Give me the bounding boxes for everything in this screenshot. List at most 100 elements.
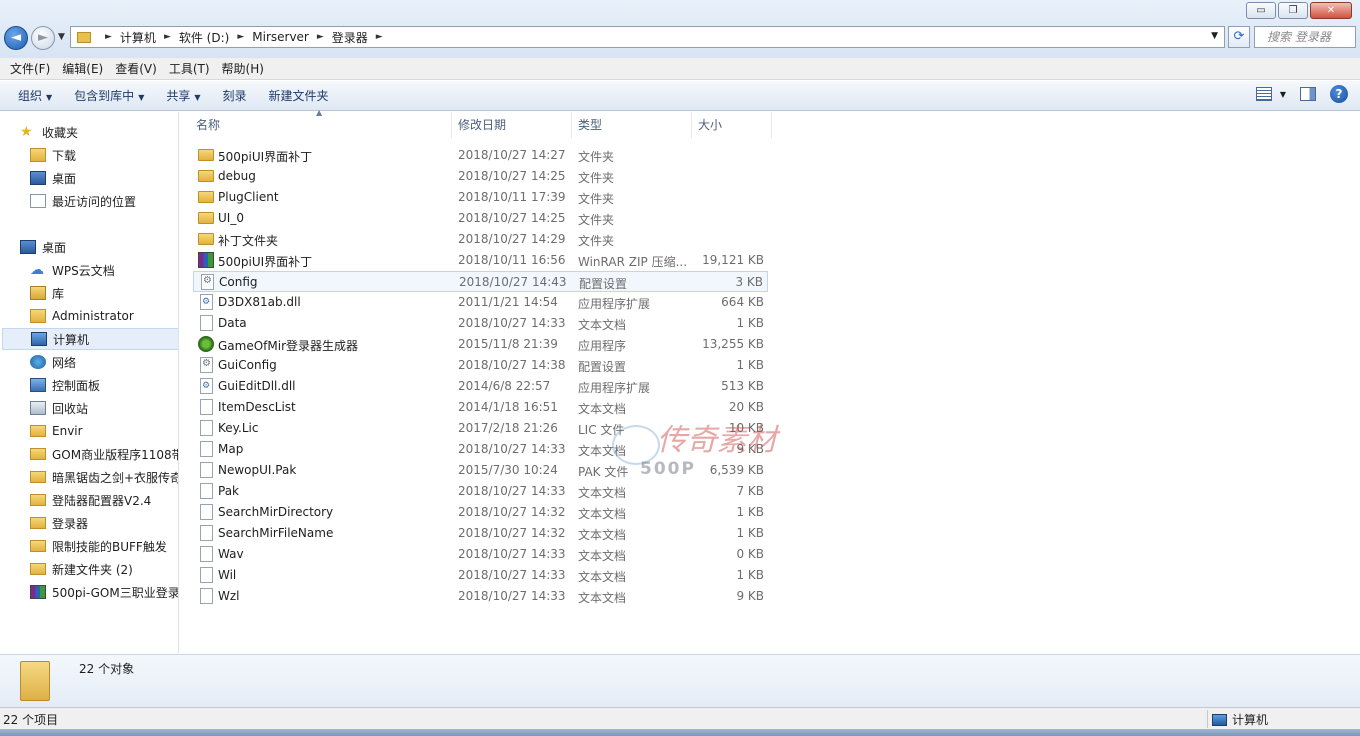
file-modified-date: 2015/11/8 21:39 — [458, 337, 558, 351]
sidebar-item[interactable]: 网络 — [30, 351, 76, 373]
file-row[interactable]: Key.Lic 2017/2/18 21:26 LIC 文件 10 KB — [193, 418, 768, 439]
file-row[interactable]: 500piUI界面补丁 2018/10/27 14:27 文件夹 — [193, 145, 768, 166]
menu-bar: 文件(F) 编辑(E) 查看(V) 工具(T) 帮助(H) — [0, 58, 1360, 80]
file-row[interactable]: Wzl 2018/10/27 14:33 文本文档 9 KB — [193, 586, 768, 607]
sidebar-item-favorite[interactable]: 下载 — [30, 144, 76, 166]
menu-view[interactable]: 查看(V) — [109, 60, 163, 77]
chevron-right-icon[interactable]: ► — [237, 32, 244, 42]
sidebar-item[interactable]: 500pi-GOM三职业登录 — [30, 581, 178, 603]
menu-tools[interactable]: 工具(T) — [163, 60, 216, 77]
forward-button[interactable]: ► — [31, 26, 55, 50]
share-button[interactable]: 共享 ▼ — [158, 87, 208, 104]
sidebar-item[interactable]: 登录器 — [30, 512, 88, 534]
file-row[interactable]: debug 2018/10/27 14:25 文件夹 — [193, 166, 768, 187]
sidebar-item[interactable]: 计算机 — [2, 328, 178, 350]
settings-file-icon — [200, 357, 213, 373]
recent-pages-dropdown-icon[interactable]: ▼ — [58, 32, 65, 42]
address-bar[interactable]: ► 计算机 ► 软件 (D:) ► Mirserver ► 登录器 ► ▼ — [70, 26, 1225, 48]
file-row[interactable]: PlugClient 2018/10/11 17:39 文件夹 — [193, 187, 768, 208]
sidebar-item[interactable]: 控制面板 — [30, 374, 100, 396]
sidebar-item[interactable]: 库 — [30, 282, 64, 304]
address-dropdown-icon[interactable]: ▼ — [1211, 31, 1218, 41]
star-icon: ★ — [20, 124, 33, 140]
file-name: Wav — [218, 547, 244, 561]
file-row[interactable]: Pak 2018/10/27 14:33 文本文档 7 KB — [193, 481, 768, 502]
chevron-right-icon[interactable]: ► — [376, 32, 383, 42]
file-size: 664 KB — [721, 295, 764, 309]
menu-edit[interactable]: 编辑(E) — [56, 60, 109, 77]
breadcrumb-mirserver[interactable]: Mirserver — [252, 30, 309, 44]
sidebar-item[interactable]: ☁ WPS云文档 — [30, 259, 115, 281]
refresh-button[interactable]: ⟳ — [1228, 26, 1250, 48]
sidebar-item[interactable]: GOM商业版程序1108带 — [30, 443, 178, 465]
file-type: 文件夹 — [578, 213, 615, 227]
file-row[interactable]: GuiEditDll.dll 2014/6/8 22:57 应用程序扩展 513 KB — [193, 376, 768, 397]
file-row[interactable]: 500piUI界面补丁 2018/10/11 16:56 WinRAR ZIP 压缩… — [193, 250, 768, 271]
taskbar — [0, 729, 1360, 736]
menu-file[interactable]: 文件(F) — [4, 60, 56, 77]
close-button[interactable]: ✕ — [1310, 2, 1352, 19]
file-row[interactable]: D3DX81ab.dll 2011/1/21 14:54 应用程序扩展 664 KB — [193, 292, 768, 313]
file-name: Config — [219, 275, 258, 289]
organize-button[interactable]: 组织 ▼ — [10, 87, 60, 104]
file-row[interactable]: Wil 2018/10/27 14:33 文本文档 1 KB — [193, 565, 768, 586]
file-size: 20 KB — [728, 400, 764, 414]
preview-pane-icon[interactable] — [1300, 87, 1316, 101]
sidebar-item[interactable]: Administrator — [30, 305, 134, 327]
search-input[interactable]: 搜索 登录器 — [1254, 26, 1356, 48]
dll-file-icon — [200, 294, 213, 310]
sidebar-item[interactable]: 桌面 — [20, 236, 66, 258]
file-size: 9 KB — [736, 589, 764, 603]
column-header-size[interactable]: 大小 — [692, 112, 772, 138]
file-row[interactable]: Data 2018/10/27 14:33 文本文档 1 KB — [193, 313, 768, 334]
breadcrumb-computer[interactable]: 计算机 — [120, 29, 156, 46]
sidebar-item-label: 控制面板 — [52, 378, 101, 393]
folder-icon — [30, 563, 46, 575]
file-row[interactable]: ItemDescList 2014/1/18 16:51 文本文档 20 KB — [193, 397, 768, 418]
file-row[interactable]: Config 2018/10/27 14:43 配置设置 3 KB — [193, 271, 768, 292]
breadcrumb-current[interactable]: 登录器 — [332, 29, 368, 46]
file-row[interactable]: UI_0 2018/10/27 14:25 文件夹 — [193, 208, 768, 229]
help-icon[interactable]: ? — [1330, 85, 1348, 103]
file-row[interactable]: NewopUI.Pak 2015/7/30 10:24 PAK 文件 6,539 KB — [193, 460, 768, 481]
file-row[interactable]: Wav 2018/10/27 14:33 文本文档 0 KB — [193, 544, 768, 565]
chevron-right-icon[interactable]: ► — [164, 32, 171, 42]
sidebar-item[interactable]: 暗黑锯齿之剑+衣服传奇 — [30, 466, 178, 488]
file-size: 19,121 KB — [702, 253, 764, 267]
file-row[interactable]: GameOfMir登录器生成器 2015/11/8 21:39 应用程序 13,255… — [193, 334, 768, 355]
burn-button[interactable]: 刻录 — [215, 87, 255, 104]
sidebar-item-favorite[interactable]: 桌面 — [30, 167, 76, 189]
include-library-button[interactable]: 包含到库中 ▼ — [66, 87, 152, 104]
sidebar-item-favorite[interactable]: ★ 收藏夹 — [20, 121, 78, 143]
file-modified-date: 2018/10/27 14:32 — [458, 526, 566, 540]
file-row[interactable]: GuiConfig 2018/10/27 14:38 配置设置 1 KB — [193, 355, 768, 376]
sidebar-item-favorite[interactable]: 最近访问的位置 — [30, 190, 136, 212]
file-row[interactable]: SearchMirFileName 2018/10/27 14:32 文本文档 1 K… — [193, 523, 768, 544]
back-button[interactable]: ◄ — [4, 26, 28, 50]
column-header-modified[interactable]: 修改日期 — [452, 112, 572, 138]
file-row[interactable]: 补丁文件夹 2018/10/27 14:29 文件夹 — [193, 229, 768, 250]
sidebar-item[interactable]: Envir — [30, 420, 83, 442]
change-view-button[interactable]: ▼ — [1255, 87, 1286, 101]
column-header-type[interactable]: 类型 — [572, 112, 692, 138]
file-modified-date: 2017/2/18 21:26 — [458, 421, 558, 435]
breadcrumb-drive[interactable]: 软件 (D:) — [179, 29, 229, 46]
sidebar-item[interactable]: 限制技能的BUFF触发 — [30, 535, 167, 557]
minimize-button[interactable]: ▭ — [1246, 2, 1276, 19]
chevron-right-icon[interactable]: ► — [105, 32, 112, 42]
restore-button[interactable]: ❐ — [1278, 2, 1308, 19]
column-header-name[interactable]: 名称 — [190, 112, 452, 138]
settings-file-icon — [201, 274, 214, 290]
file-row[interactable]: SearchMirDirectory 2018/10/27 14:32 文本文档 1 … — [193, 502, 768, 523]
file-modified-date: 2018/10/11 16:56 — [458, 253, 566, 267]
sidebar-item-label: 下载 — [52, 148, 77, 163]
sidebar-item[interactable]: 回收站 — [30, 397, 88, 419]
chevron-down-icon: ▼ — [138, 93, 145, 102]
chevron-right-icon[interactable]: ► — [317, 32, 324, 42]
sidebar-item[interactable]: 新建文件夹 (2) — [30, 558, 133, 580]
menu-help[interactable]: 帮助(H) — [216, 60, 270, 77]
file-size: 3 KB — [735, 275, 763, 289]
new-folder-button[interactable]: 新建文件夹 — [261, 87, 337, 104]
sidebar-item[interactable]: 登陆器配置器V2.4 — [30, 489, 151, 511]
file-row[interactable]: Map 2018/10/27 14:33 文本文档 9 KB — [193, 439, 768, 460]
